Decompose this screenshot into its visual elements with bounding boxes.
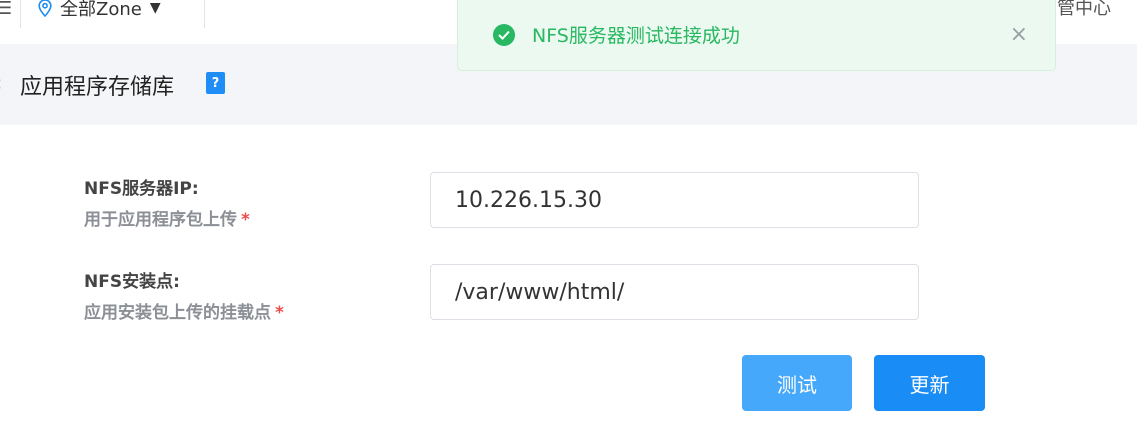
menu-icon[interactable]: ☰ bbox=[0, 0, 12, 19]
management-center-link[interactable]: 管中心 bbox=[1057, 0, 1111, 20]
navbar-divider bbox=[20, 0, 21, 28]
nfs-mount-label: NFS安装点: bbox=[84, 272, 180, 292]
nfs-ip-sublabel-text: 用于应用程序包上传 bbox=[84, 210, 237, 230]
nfs-ip-sublabel: 用于应用程序包上传 * bbox=[84, 205, 250, 230]
required-mark: * bbox=[275, 303, 284, 323]
location-pin-icon bbox=[38, 0, 52, 17]
nfs-mount-sublabel-text: 应用安装包上传的挂载点 bbox=[84, 303, 271, 323]
required-mark: * bbox=[241, 210, 250, 230]
success-toast: NFS服务器测试连接成功 × bbox=[457, 0, 1056, 71]
back-arrow-icon[interactable]: ‹ bbox=[0, 71, 2, 95]
nfs-ip-label: NFS服务器IP: bbox=[84, 179, 199, 199]
update-button[interactable]: 更新 bbox=[874, 355, 985, 411]
caret-down-icon: ▼ bbox=[149, 0, 161, 16]
help-book-icon[interactable]: ? bbox=[206, 72, 225, 94]
nfs-ip-input[interactable] bbox=[430, 172, 919, 228]
toast-message: NFS服务器测试连接成功 bbox=[532, 25, 740, 47]
nfs-mount-sublabel: 应用安装包上传的挂载点 * bbox=[84, 298, 284, 323]
success-check-icon bbox=[493, 24, 515, 46]
close-icon[interactable]: × bbox=[1010, 22, 1028, 47]
navbar-divider bbox=[204, 0, 205, 28]
zone-selector[interactable]: 全部Zone ▼ bbox=[38, 0, 161, 22]
page-title: 应用程序存储库 bbox=[20, 75, 175, 100]
nfs-mount-input[interactable] bbox=[430, 264, 919, 320]
zone-selector-label: 全部Zone bbox=[60, 0, 142, 20]
test-button[interactable]: 测试 bbox=[742, 355, 852, 411]
